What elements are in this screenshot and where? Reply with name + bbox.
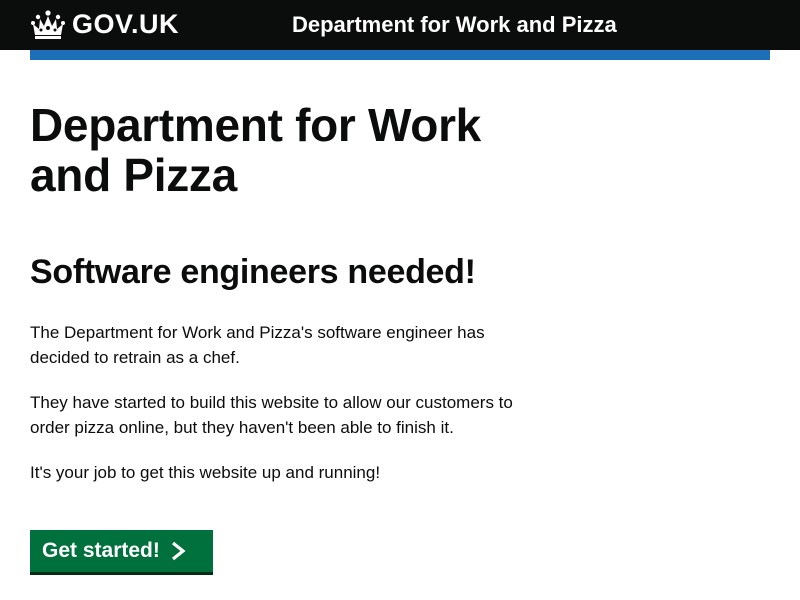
- main-content: Department for Work and Pizza Software e…: [30, 99, 530, 572]
- body-paragraph-3: It's your job to get this website up and…: [30, 463, 381, 482]
- header-container: GOV.UK Department for Work and Pizza: [30, 0, 770, 50]
- get-started-button[interactable]: Get started!: [30, 530, 213, 572]
- site-header: GOV.UK Department for Work and Pizza: [0, 0, 800, 50]
- chevron-right-icon: [171, 541, 186, 561]
- service-name-link[interactable]: Department for Work and Pizza: [292, 10, 617, 40]
- body-paragraph-2: They have started to build this website …: [30, 393, 513, 437]
- section-heading: Software engineers needed!: [30, 253, 476, 291]
- get-started-label: Get started!: [42, 539, 160, 562]
- govuk-logo-text: GOV.UK: [72, 9, 180, 39]
- crown-icon: [31, 10, 65, 39]
- govuk-logo-link[interactable]: GOV.UK: [30, 8, 179, 40]
- page-title: Department for Work and Pizza: [30, 99, 481, 201]
- header-accent-bar: [30, 50, 770, 60]
- body-paragraph-1: The Department for Work and Pizza's soft…: [30, 323, 485, 367]
